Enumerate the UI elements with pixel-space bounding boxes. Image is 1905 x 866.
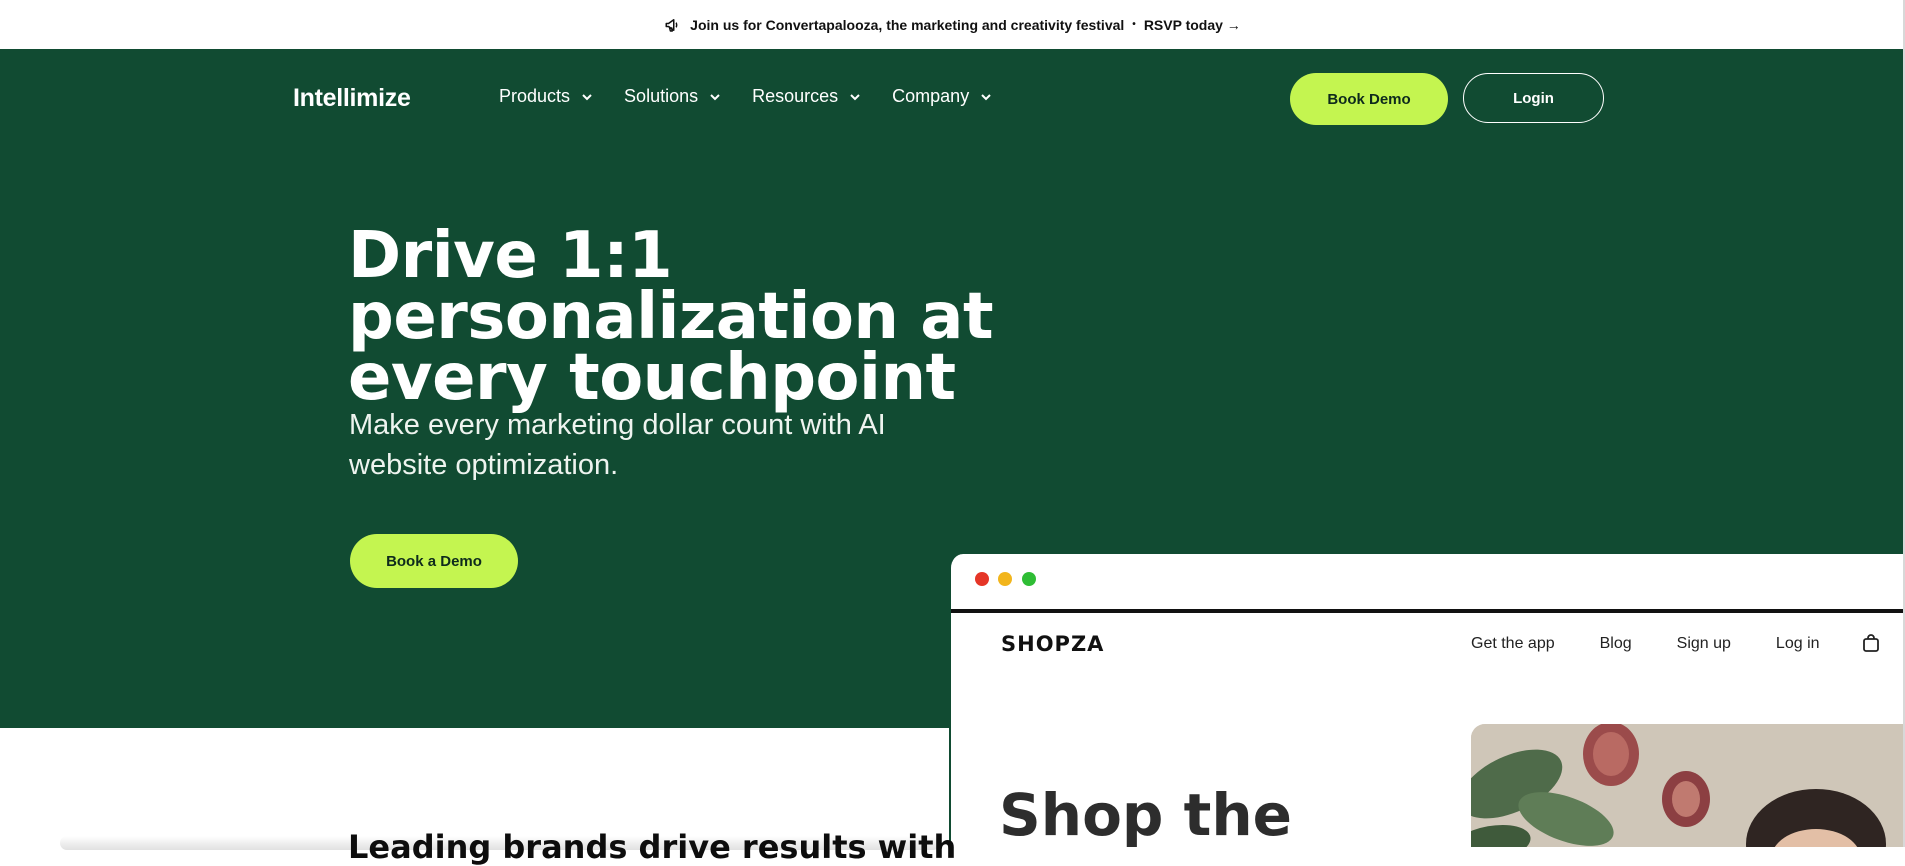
megaphone-icon	[664, 16, 682, 34]
shopza-nav: Get the app Blog Sign up Log in	[1471, 635, 1820, 653]
chevron-down-icon	[848, 90, 862, 104]
nav-company-label: Company	[892, 86, 970, 106]
brands-section-heading: Leading brands drive results with	[348, 828, 957, 866]
announcement-bar: Join us for Convertapalooza, the marketi…	[0, 0, 1905, 49]
book-demo-button[interactable]: Book Demo	[1290, 73, 1448, 125]
chevron-down-icon	[708, 90, 722, 104]
shopping-bag-icon	[1861, 633, 1881, 653]
main-nav: Products Solutions Resources Company	[499, 86, 993, 107]
window-maximize-dot	[1022, 572, 1036, 586]
shopza-nav-log-in: Log in	[1775, 635, 1820, 652]
window-minimize-dot	[998, 572, 1012, 586]
nav-products-label: Products	[499, 86, 571, 106]
nav-resources[interactable]: Resources	[752, 86, 862, 107]
shopza-browser-mockup: SHOPZA Get the app Blog Sign up Log in S…	[949, 554, 1905, 847]
book-a-demo-button[interactable]: Book a Demo	[350, 534, 518, 588]
browser-topbar	[951, 554, 1905, 613]
shopza-nav-blog: Blog	[1599, 635, 1632, 652]
hero-subhead: Make every marketing dollar count with A…	[349, 409, 886, 481]
flowers-photo	[1471, 724, 1905, 847]
intellimize-logo[interactable]: Intellimize	[293, 84, 411, 113]
hero-headline: Drive 1:1 personalization at every touch…	[348, 219, 994, 415]
nav-solutions-label: Solutions	[624, 86, 699, 106]
rsvp-link[interactable]: RSVP today →	[1144, 17, 1241, 33]
login-button[interactable]: Login	[1463, 73, 1604, 123]
nav-resources-label: Resources	[752, 86, 839, 106]
shopza-logo: SHOPZA	[1001, 632, 1105, 656]
chevron-down-icon	[580, 90, 594, 104]
shopza-nav-get-app: Get the app	[1471, 635, 1555, 652]
nav-company[interactable]: Company	[892, 86, 993, 107]
shopza-hero-title: Shop the	[999, 781, 1292, 847]
nav-products[interactable]: Products	[499, 86, 594, 107]
shopza-nav-sign-up: Sign up	[1676, 635, 1731, 652]
nav-solutions[interactable]: Solutions	[624, 86, 722, 107]
announcement-text: Join us for Convertapalooza, the marketi…	[690, 16, 1125, 33]
window-close-dot	[975, 572, 989, 586]
announcement-bullet: •	[1132, 19, 1136, 30]
chevron-down-icon	[979, 90, 993, 104]
